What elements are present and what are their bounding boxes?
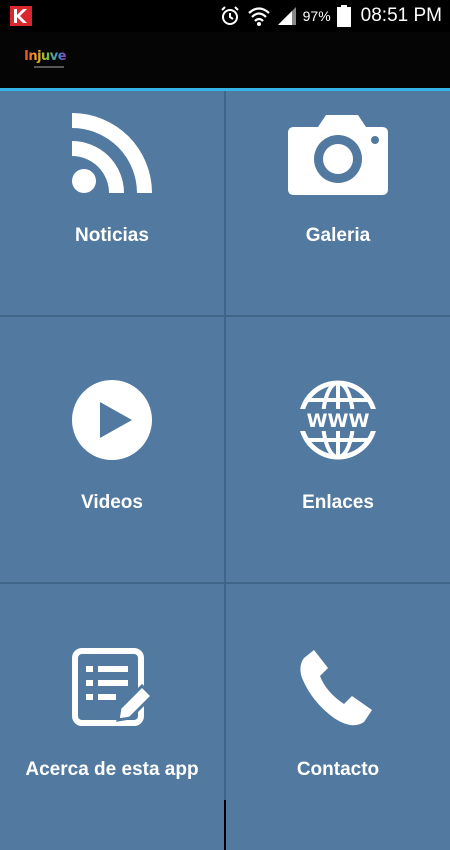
grid-divider-vertical: [224, 91, 226, 800]
document-edit-icon: [72, 648, 152, 726]
wifi-icon: [247, 7, 270, 26]
kaspersky-icon: [10, 6, 32, 26]
www-globe-icon: WWW: [298, 380, 378, 460]
menu-label-contacto: Contacto: [296, 759, 380, 780]
menu-label-videos: Videos: [81, 492, 143, 513]
menu-tile-enlaces[interactable]: WWW Enlaces: [226, 317, 450, 583]
signal-icon: [277, 7, 296, 25]
rss-icon: [72, 113, 152, 193]
grid-divider-row-1: [0, 315, 450, 317]
play-icon: [72, 380, 152, 460]
menu-tile-contacto[interactable]: Contacto: [226, 584, 450, 850]
app-logo[interactable]: Injuve: [24, 49, 67, 64]
menu-label-noticias: Noticias: [75, 225, 149, 246]
phone-icon: [300, 650, 372, 726]
alarm-icon: [220, 6, 239, 25]
camera-icon: [288, 115, 388, 195]
menu-tile-acerca[interactable]: Acerca de esta app: [0, 584, 224, 850]
svg-text:WWW: WWW: [307, 410, 370, 432]
menu-tile-videos[interactable]: Videos: [0, 317, 224, 583]
clock: 08:51 PM: [360, 5, 442, 26]
menu-label-galeria: Galeria: [305, 225, 371, 246]
battery-percent: 97%: [302, 8, 331, 24]
menu-label-acerca: Acerca de esta app: [25, 759, 199, 780]
status-bar: 97% 08:51 PM: [0, 0, 450, 32]
grid-divider-row-2: [0, 582, 450, 584]
logo-underline: [34, 66, 64, 68]
action-bar: [0, 32, 450, 88]
menu-label-enlaces: Enlaces: [302, 492, 374, 513]
battery-icon: [336, 5, 351, 27]
